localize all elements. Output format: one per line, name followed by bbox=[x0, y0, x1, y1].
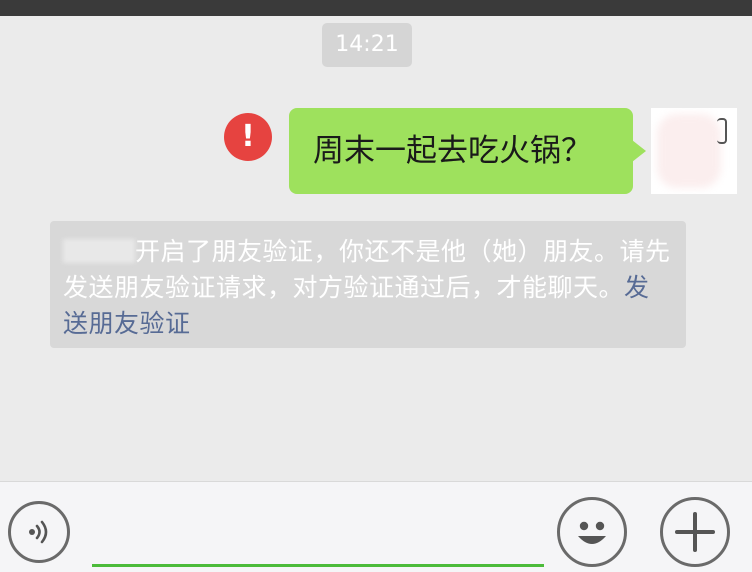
status-bar bbox=[0, 0, 752, 16]
avatar[interactable] bbox=[651, 108, 737, 194]
error-icon[interactable]: ! bbox=[224, 113, 272, 161]
emoji-icon bbox=[578, 521, 606, 544]
voice-button[interactable] bbox=[8, 501, 70, 563]
input-bar bbox=[0, 481, 752, 572]
message-input[interactable] bbox=[92, 504, 544, 567]
redacted-contact-name bbox=[63, 239, 135, 263]
emoji-button[interactable] bbox=[557, 497, 627, 567]
voice-icon bbox=[29, 520, 48, 544]
system-notice: 开启了朋友验证，你还不是他（她）朋友。请先发送朋友验证请求，对方验证通过后，才能… bbox=[50, 221, 686, 348]
system-notice-text: 开启了朋友验证，你还不是他（她）朋友。请先发送朋友验证请求，对方验证通过后，才能… bbox=[63, 237, 671, 302]
avatar-image bbox=[657, 114, 721, 188]
plus-icon bbox=[675, 512, 715, 552]
avatar-detail bbox=[717, 118, 727, 144]
more-button[interactable] bbox=[660, 497, 730, 567]
sent-message-bubble[interactable]: 周末一起去吃火锅？ bbox=[289, 108, 646, 194]
message-timestamp: 14:21 bbox=[322, 23, 412, 67]
